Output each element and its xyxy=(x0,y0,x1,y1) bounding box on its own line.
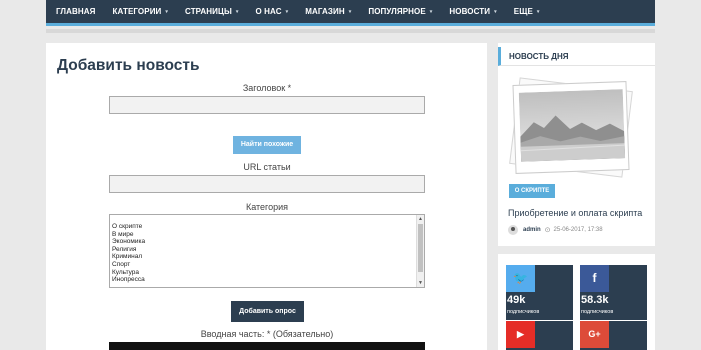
scroll-down-arrow-icon[interactable]: ▼ xyxy=(418,280,423,286)
nav-item-news[interactable]: НОВОСТИ ▾ xyxy=(449,7,496,16)
category-tag[interactable]: О СКРИПТЕ xyxy=(509,184,555,198)
facebook-icon: f xyxy=(580,265,609,292)
nav-item-shop[interactable]: МАГАЗИН ▾ xyxy=(305,7,351,16)
nav-item-pages[interactable]: СТРАНИЦЫ ▾ xyxy=(185,7,239,16)
news-title-link[interactable]: Приобретение и оплата скрипта xyxy=(508,208,642,218)
find-similar-button[interactable]: Найти похожие xyxy=(233,136,301,154)
url-field-label: URL статьи xyxy=(243,162,291,172)
news-thumbnail[interactable] xyxy=(512,81,630,174)
google-plus-tile[interactable]: G+ xyxy=(580,321,647,350)
caret-down-icon: ▾ xyxy=(536,8,540,15)
category-listbox[interactable]: О скрипте В мире Экономика Религия Крими… xyxy=(109,214,425,288)
youtube-icon: ▶ xyxy=(506,321,535,348)
news-meta: admin ⊙ 25-06-2017, 17:38 xyxy=(508,225,603,235)
category-option[interactable]: Экономика xyxy=(112,238,145,246)
nav-item-popular[interactable]: ПОПУЛЯРНОЕ ▾ xyxy=(368,7,432,16)
caret-down-icon: ▾ xyxy=(285,8,289,15)
scroll-up-arrow-icon[interactable]: ▲ xyxy=(418,216,423,222)
add-poll-button[interactable]: Добавить опрос xyxy=(231,301,304,322)
twitter-icon: 🐦 xyxy=(506,265,535,292)
youtube-tile[interactable]: ▶ xyxy=(506,321,573,350)
author-link[interactable]: admin xyxy=(523,227,541,233)
scrollbar-thumb[interactable] xyxy=(418,224,423,272)
title-input[interactable] xyxy=(109,96,425,114)
sub-navigation-bar xyxy=(46,29,655,33)
clock-icon: ⊙ xyxy=(544,227,551,234)
caret-down-icon: ▾ xyxy=(165,8,169,15)
facebook-tile[interactable]: f 58.3k подписчиков xyxy=(580,265,647,320)
facebook-count: 58.3k xyxy=(581,294,609,306)
page-title: Добавить новость xyxy=(57,57,200,74)
category-option[interactable]: Инопресса xyxy=(112,276,145,284)
google-plus-icon: G+ xyxy=(580,321,609,348)
author-avatar xyxy=(508,225,518,235)
news-date: 25-06-2017, 17:38 xyxy=(553,227,603,233)
nav-item-categories[interactable]: КАТЕГОРИИ ▾ xyxy=(113,7,169,16)
twitter-caption: подписчиков xyxy=(507,309,540,315)
listbox-scrollbar[interactable]: ▲ ▼ xyxy=(416,215,424,287)
landscape-image xyxy=(518,89,626,162)
social-counters-widget: 🐦 49k подписчиков f 58.3k подписчиков ▶ … xyxy=(498,254,655,350)
widget-title: НОВОСТЬ ДНЯ xyxy=(509,52,569,61)
twitter-count: 49k xyxy=(507,294,526,306)
main-navigation: ГЛАВНАЯ КАТЕГОРИИ ▾ СТРАНИЦЫ ▾ О НАС ▾ МАГА… xyxy=(46,0,655,26)
caret-down-icon: ▾ xyxy=(235,8,239,15)
twitter-tile[interactable]: 🐦 49k подписчиков xyxy=(506,265,573,320)
category-option[interactable]: Религия xyxy=(112,246,145,254)
nav-item-home[interactable]: ГЛАВНАЯ xyxy=(56,7,96,16)
category-option[interactable]: Криминал xyxy=(112,253,145,261)
category-option[interactable]: О скрипте xyxy=(112,223,145,231)
category-label: Категория xyxy=(245,202,289,212)
caret-down-icon: ▾ xyxy=(429,8,433,15)
caret-down-icon: ▾ xyxy=(348,8,352,15)
caret-down-icon: ▾ xyxy=(494,8,497,15)
nav-item-about[interactable]: О НАС ▾ xyxy=(256,7,289,16)
category-option[interactable]: В мире xyxy=(112,231,145,239)
url-input[interactable] xyxy=(109,175,425,193)
intro-field-label: Вводная часть: * (Обязательно) xyxy=(200,329,334,339)
add-news-form: Добавить новость Заголовок * Найти похож… xyxy=(46,43,487,350)
title-field-label: Заголовок * xyxy=(242,83,292,93)
intro-editor-toolbar[interactable] xyxy=(109,342,425,350)
widget-header: НОВОСТЬ ДНЯ xyxy=(498,47,655,66)
facebook-caption: подписчиков xyxy=(581,309,614,315)
nav-item-more[interactable]: ЕЩЕ ▾ xyxy=(514,7,540,16)
category-option[interactable]: Культура xyxy=(112,269,145,277)
category-option[interactable]: Спорт xyxy=(112,261,145,269)
news-of-day-widget: НОВОСТЬ ДНЯ О СКРИПТЕ Приобретение и опл… xyxy=(498,43,655,246)
